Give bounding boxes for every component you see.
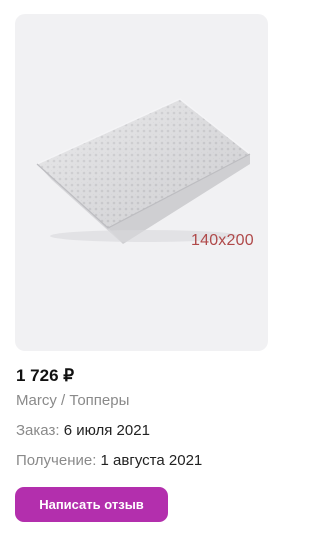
order-date-label: Заказ: <box>16 422 64 439</box>
product-price: 1 726 ₽ <box>16 366 75 385</box>
order-date-value: 6 июля 2021 <box>63 422 150 439</box>
receive-date-row: Получение: 1 августа 2021 <box>16 452 202 469</box>
receive-date-label: Получение: <box>16 452 101 469</box>
brand-category-link[interactable]: Marcy / Топперы <box>16 392 129 409</box>
product-image[interactable]: 140x200 <box>15 14 268 351</box>
order-card: 140x200 1 726 ₽ Marcy / Топперы Заказ: 6… <box>0 0 282 540</box>
mattress-topper-illustration <box>36 98 251 244</box>
size-label: 140x200 <box>191 232 254 249</box>
write-review-button[interactable]: Написать отзыв <box>15 487 168 522</box>
order-date-row: Заказ: 6 июля 2021 <box>16 422 150 439</box>
receive-date-value: 1 августа 2021 <box>100 452 203 469</box>
